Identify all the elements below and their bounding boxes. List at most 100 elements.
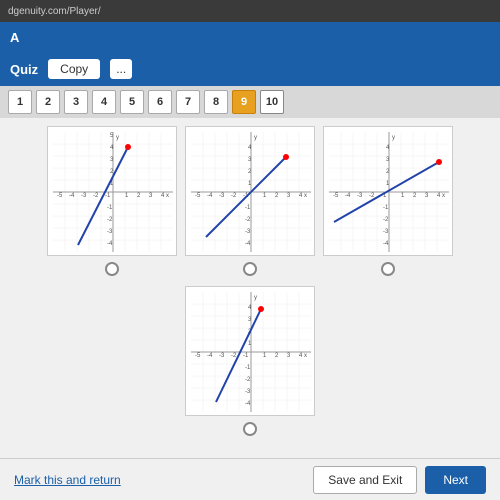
svg-text:2: 2 bbox=[137, 193, 141, 199]
question-number-8[interactable]: 8 bbox=[204, 90, 228, 114]
radio-row-bottom bbox=[8, 422, 492, 436]
svg-text:-5: -5 bbox=[57, 193, 63, 199]
radio-2[interactable] bbox=[243, 262, 257, 276]
svg-text:2: 2 bbox=[275, 353, 279, 359]
svg-text:-2: -2 bbox=[231, 353, 237, 359]
browser-url: dgenuity.com/Player/ bbox=[8, 6, 101, 17]
mark-return-link[interactable]: Mark this and return bbox=[14, 473, 121, 487]
svg-text:-3: -3 bbox=[383, 229, 389, 235]
svg-text:1: 1 bbox=[125, 193, 129, 199]
save-exit-button[interactable]: Save and Exit bbox=[313, 466, 417, 494]
question-number-1[interactable]: 1 bbox=[8, 90, 32, 114]
svg-text:3: 3 bbox=[287, 353, 291, 359]
footer: Mark this and return Save and Exit Next bbox=[0, 458, 500, 500]
graph-4[interactable]: x y -1 -2 -3 -4 -5 1 2 3 4 1 2 3 4 -1 -2… bbox=[185, 286, 315, 416]
question-number-4[interactable]: 4 bbox=[92, 90, 116, 114]
footer-buttons: Save and Exit Next bbox=[313, 466, 486, 494]
question-number-3[interactable]: 3 bbox=[64, 90, 88, 114]
svg-text:-4: -4 bbox=[383, 241, 389, 247]
graphs-top-row: x y -1 -2 -3 -4 -5 1 2 3 4 1 2 3 4 5 -1 … bbox=[8, 126, 492, 256]
graph-4-svg: x y -1 -2 -3 -4 -5 1 2 3 4 1 2 3 4 -1 -2… bbox=[186, 287, 316, 417]
svg-text:-2: -2 bbox=[245, 217, 251, 223]
svg-text:y: y bbox=[392, 135, 395, 141]
next-button[interactable]: Next bbox=[425, 466, 486, 494]
svg-text:-4: -4 bbox=[245, 401, 251, 407]
svg-text:y: y bbox=[116, 135, 119, 141]
radio-3[interactable] bbox=[381, 262, 395, 276]
svg-text:-1: -1 bbox=[107, 205, 113, 211]
svg-text:4: 4 bbox=[161, 193, 165, 199]
svg-text:-2: -2 bbox=[93, 193, 99, 199]
graph-3[interactable]: x y -1 -2 -3 -4 -5 1 2 3 4 1 2 3 4 -1 -2… bbox=[323, 126, 453, 256]
graph-3-svg: x y -1 -2 -3 -4 -5 1 2 3 4 1 2 3 4 -1 -2… bbox=[324, 127, 454, 257]
radio-4[interactable] bbox=[243, 422, 257, 436]
svg-text:x: x bbox=[304, 353, 307, 359]
svg-text:-2: -2 bbox=[107, 217, 113, 223]
browser-bar: dgenuity.com/Player/ bbox=[0, 0, 500, 22]
svg-text:-1: -1 bbox=[243, 353, 249, 359]
svg-text:3: 3 bbox=[425, 193, 429, 199]
svg-text:-2: -2 bbox=[231, 193, 237, 199]
ellipsis-button[interactable]: ... bbox=[110, 59, 132, 79]
svg-text:-2: -2 bbox=[383, 217, 389, 223]
svg-text:1: 1 bbox=[263, 353, 267, 359]
svg-text:-1: -1 bbox=[245, 365, 251, 371]
svg-text:-1: -1 bbox=[383, 205, 389, 211]
svg-text:4: 4 bbox=[437, 193, 441, 199]
svg-text:y: y bbox=[254, 135, 257, 141]
bottom-graph-row: x y -1 -2 -3 -4 -5 1 2 3 4 1 2 3 4 -1 -2… bbox=[8, 286, 492, 416]
svg-text:x: x bbox=[442, 193, 445, 199]
svg-text:-4: -4 bbox=[69, 193, 75, 199]
question-number-10[interactable]: 10 bbox=[260, 90, 284, 114]
svg-text:-3: -3 bbox=[219, 353, 225, 359]
svg-text:3: 3 bbox=[149, 193, 153, 199]
svg-text:1: 1 bbox=[401, 193, 405, 199]
svg-text:-3: -3 bbox=[107, 229, 113, 235]
question-numbers-bar: 1 2 3 4 5 6 7 8 9 10 bbox=[0, 86, 500, 118]
svg-text:-1: -1 bbox=[105, 193, 111, 199]
graph-1-svg: x y -1 -2 -3 -4 -5 1 2 3 4 1 2 3 4 5 -1 … bbox=[48, 127, 178, 257]
svg-text:-5: -5 bbox=[195, 353, 201, 359]
svg-text:x: x bbox=[304, 193, 307, 199]
svg-text:-4: -4 bbox=[207, 193, 213, 199]
svg-text:4: 4 bbox=[299, 353, 303, 359]
question-number-9[interactable]: 9 bbox=[232, 90, 256, 114]
radio-row-top bbox=[8, 262, 492, 276]
graph-2[interactable]: x y -1 -2 -3 -4 -5 1 2 3 4 1 2 3 4 -1 -2… bbox=[185, 126, 315, 256]
svg-text:-5: -5 bbox=[195, 193, 201, 199]
question-number-6[interactable]: 6 bbox=[148, 90, 172, 114]
svg-text:-4: -4 bbox=[245, 241, 251, 247]
radio-1[interactable] bbox=[105, 262, 119, 276]
svg-text:-3: -3 bbox=[245, 389, 251, 395]
graph-2-svg: x y -1 -2 -3 -4 -5 1 2 3 4 1 2 3 4 -1 -2… bbox=[186, 127, 316, 257]
radio-option-1 bbox=[47, 262, 177, 276]
radio-option-3 bbox=[323, 262, 453, 276]
svg-text:2: 2 bbox=[275, 193, 279, 199]
svg-text:-1: -1 bbox=[245, 205, 251, 211]
svg-text:1: 1 bbox=[263, 193, 267, 199]
svg-text:-4: -4 bbox=[107, 241, 113, 247]
radio-option-4 bbox=[185, 422, 315, 436]
quiz-bar: Quiz Copy ... bbox=[0, 52, 500, 86]
svg-text:x: x bbox=[166, 193, 169, 199]
svg-text:3: 3 bbox=[287, 193, 291, 199]
svg-text:-4: -4 bbox=[345, 193, 351, 199]
svg-text:-5: -5 bbox=[333, 193, 339, 199]
question-number-2[interactable]: 2 bbox=[36, 90, 60, 114]
question-number-5[interactable]: 5 bbox=[120, 90, 144, 114]
main-content: x y -1 -2 -3 -4 -5 1 2 3 4 1 2 3 4 5 -1 … bbox=[0, 118, 500, 458]
svg-text:-3: -3 bbox=[357, 193, 363, 199]
graph-1[interactable]: x y -1 -2 -3 -4 -5 1 2 3 4 1 2 3 4 5 -1 … bbox=[47, 126, 177, 256]
svg-text:-2: -2 bbox=[245, 377, 251, 383]
copy-button[interactable]: Copy bbox=[48, 59, 100, 79]
svg-text:-3: -3 bbox=[219, 193, 225, 199]
svg-text:y: y bbox=[254, 295, 257, 301]
radio-option-2 bbox=[185, 262, 315, 276]
quiz-label: Quiz bbox=[10, 62, 38, 77]
svg-text:4: 4 bbox=[299, 193, 303, 199]
svg-text:-4: -4 bbox=[207, 353, 213, 359]
app-title: A bbox=[10, 30, 19, 45]
svg-text:-3: -3 bbox=[81, 193, 87, 199]
app-header: A bbox=[0, 22, 500, 52]
question-number-7[interactable]: 7 bbox=[176, 90, 200, 114]
